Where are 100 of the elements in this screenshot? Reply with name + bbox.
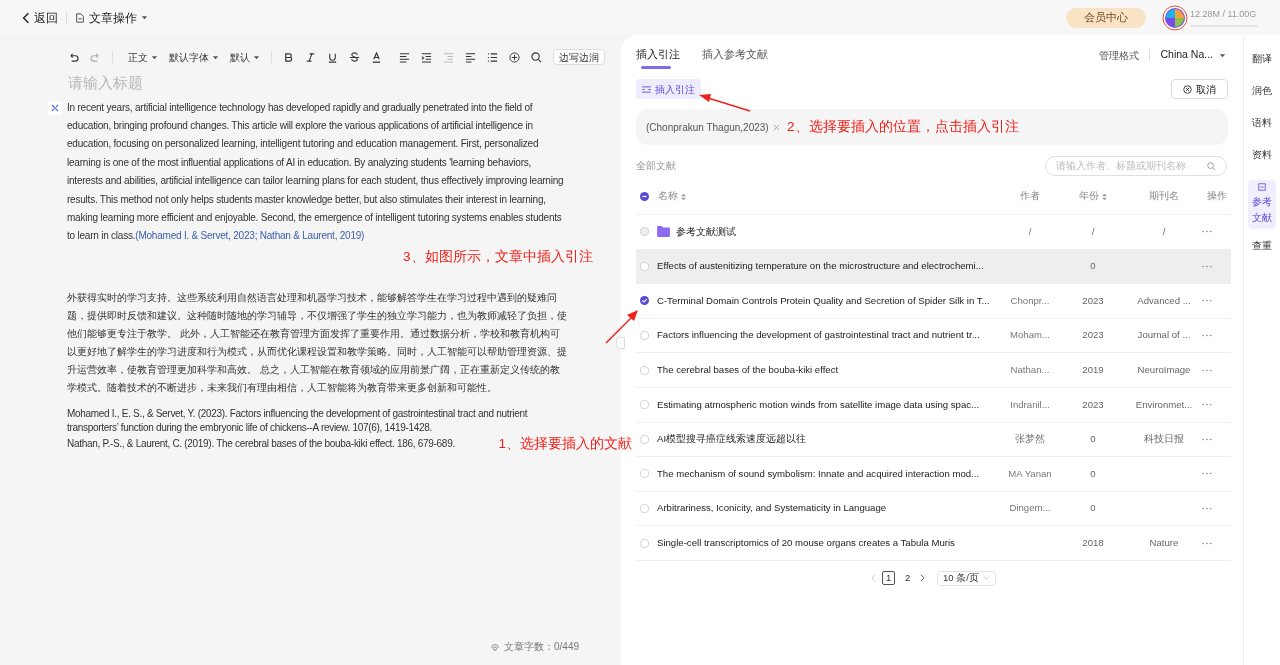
page-button[interactable]: 2 xyxy=(901,571,915,586)
cancel-button[interactable]: 取消 xyxy=(1171,79,1228,99)
more-icon[interactable] xyxy=(1202,437,1212,441)
list-icon[interactable] xyxy=(487,51,498,63)
format-dropdown[interactable]: China Na... xyxy=(1160,47,1226,63)
paragraph-align-icon[interactable] xyxy=(465,51,476,63)
reference-icon xyxy=(1258,183,1266,191)
table-cell: 0 xyxy=(1090,502,1096,514)
add-circle-icon[interactable] xyxy=(509,51,520,63)
citation-link[interactable]: (Mohamed I. & Servet, 2023; Nathan & Laurent, 2019) xyxy=(135,230,365,242)
article-paragraph: In recent years, artificial intelligence technology has developed rapidly and gradually penetrated into the field of education, bringing profound changes. This article will explore the various applications of artificial intelligence in education, focusing on personalized learning, intelligent tutoring and education management. First, personalized learning is one of the most influential applications of AI in education. By analyzing students 'learning behaviors, interests and abilities, artificial intelligence can tailor learning plans for each student, thus effectively improving learning results. This method not only helps students master knowledge better, but also stimulates their interest in learning, making learning more efficient and enjoyable. Second, the emergence of intelligent tutoring systems enables students to learn in class.(Mohamed I. & Servet, 2023; Nathan & Laurent, 2019) xyxy=(67,100,565,244)
more-icon[interactable] xyxy=(1202,541,1212,545)
table-cell: / xyxy=(1028,225,1032,237)
table-row[interactable]: Effects of austenitizing temperature on the microstructure and electrochemi... 0 xyxy=(636,249,1231,285)
size-dropdown[interactable]: 默认 xyxy=(230,49,260,65)
reference-title[interactable]: The cerebral bases of the bouba-kiki effect xyxy=(657,362,839,378)
sidebar-item[interactable]: 翻译 xyxy=(1248,52,1276,66)
more-icon[interactable] xyxy=(1202,368,1212,372)
bold-icon[interactable] xyxy=(283,51,294,63)
reference-title[interactable]: Factors influencing the development of gastrointestinal tract and nutrient tr... xyxy=(657,328,980,343)
avatar[interactable] xyxy=(1162,4,1188,31)
reference-title[interactable]: The mechanism of sound symbolism: Innate and acquired interaction mod... xyxy=(657,466,980,482)
more-icon[interactable] xyxy=(1202,334,1212,338)
sidebar-item[interactable]: 参考文献 xyxy=(1248,180,1276,229)
table-cell: Chonpr... xyxy=(1010,294,1050,306)
undo-icon[interactable] xyxy=(68,52,79,62)
more-icon[interactable] xyxy=(1202,507,1212,511)
reference-title[interactable]: 参考文献测试 xyxy=(676,224,736,239)
table-cell: Dingem... xyxy=(1009,502,1051,514)
page-button[interactable]: 1 xyxy=(882,571,896,586)
indent-icon[interactable] xyxy=(421,51,432,63)
row-checkbox[interactable] xyxy=(640,296,649,306)
page-size-dropdown[interactable]: 10 条/页 xyxy=(937,570,996,586)
reference-title[interactable]: Effects of austenitizing temperature on the microstructure and electrochemi... xyxy=(657,259,984,274)
underline-icon[interactable] xyxy=(327,51,338,63)
italic-icon[interactable] xyxy=(305,51,316,63)
side-polish-button[interactable]: 边写边润 xyxy=(553,49,605,65)
table-cell: Moham... xyxy=(1010,329,1050,341)
back-button[interactable]: 返回 xyxy=(22,8,58,27)
table-cell: 0 xyxy=(1090,260,1096,272)
insert-citation-button[interactable]: 插入引注 xyxy=(636,79,701,99)
text-color-icon[interactable] xyxy=(371,51,382,63)
column-header: 作者 xyxy=(1020,189,1040,204)
style-dropdown[interactable]: 正文 xyxy=(128,49,158,65)
word-count-text: 文章字数：0/449 xyxy=(504,640,580,654)
row-checkbox[interactable] xyxy=(640,469,649,479)
column-header: 操作 xyxy=(1207,189,1227,204)
row-checkbox[interactable] xyxy=(640,331,649,341)
more-icon[interactable] xyxy=(1202,472,1212,476)
row-checkbox[interactable] xyxy=(640,261,649,271)
row-checkbox[interactable] xyxy=(640,227,649,237)
align-icon[interactable] xyxy=(399,51,410,63)
row-checkbox[interactable] xyxy=(640,538,649,548)
strikethrough-icon[interactable] xyxy=(349,51,360,63)
reference-title[interactable]: Single-cell transcriptomics of 20 mouse organs creates a Tabula Muris xyxy=(657,535,955,551)
table-cell: Advanced ... xyxy=(1137,294,1191,306)
table-cell: 2023 xyxy=(1082,398,1104,410)
table-cell: / xyxy=(1091,225,1095,237)
row-checkbox[interactable] xyxy=(640,504,649,514)
table-cell: 2023 xyxy=(1082,329,1104,341)
column-header: 名称 xyxy=(658,189,678,204)
more-icon[interactable] xyxy=(1202,264,1212,268)
select-all-checkbox[interactable] xyxy=(640,192,649,201)
member-center-button[interactable]: 会员中心 xyxy=(1066,7,1146,28)
table-cell: / xyxy=(1162,225,1166,237)
folder-icon xyxy=(657,226,670,238)
close-circle-icon xyxy=(1183,84,1192,94)
table-cell: Environmet... xyxy=(1135,398,1193,410)
document-menu[interactable]: 文章操作 xyxy=(75,8,148,27)
sort-icon[interactable] xyxy=(681,192,686,201)
annotation-arrow xyxy=(699,94,751,112)
more-icon[interactable] xyxy=(1202,299,1212,303)
row-checkbox[interactable] xyxy=(640,400,649,410)
sidebar-item[interactable]: 资料 xyxy=(1248,148,1276,162)
more-icon[interactable] xyxy=(1202,403,1212,407)
reference-entry: Nathan, P.-S., & Laurent, C. (2019). The cerebral bases of the bouba-kiki effect. 186, 679-689. xyxy=(67,437,455,451)
font-dropdown[interactable]: 默认字体 xyxy=(169,49,219,65)
sidebar-item[interactable]: 润色 xyxy=(1248,84,1276,98)
search-icon[interactable] xyxy=(531,51,542,63)
reference-title[interactable]: C-Terminal Domain Controls Protein Quality and Secretion of Spider Silk in T... xyxy=(657,293,990,309)
table-cell: 2023 xyxy=(1082,294,1104,306)
tab[interactable]: 插入引注 xyxy=(636,35,680,75)
more-icon[interactable] xyxy=(1202,230,1212,234)
reference-title[interactable]: Estimating atmospheric motion winds from satellite image data using spac... xyxy=(657,397,980,412)
next-page-icon[interactable] xyxy=(920,574,926,583)
close-icon[interactable] xyxy=(772,123,780,131)
sort-icon[interactable] xyxy=(1102,192,1107,201)
sidebar-item[interactable]: 查重 xyxy=(1248,239,1276,253)
row-checkbox[interactable] xyxy=(640,365,649,375)
sidebar-item[interactable]: 语料 xyxy=(1248,116,1276,130)
row-checkbox[interactable] xyxy=(640,434,649,444)
reference-title[interactable]: Arbitrariness, Iconicity, and Systematicity in Language xyxy=(657,501,887,516)
outdent-icon[interactable] xyxy=(443,51,454,63)
reference-entry: Mohamed I., E. S., & Servet, Y. (2023). Factors influencing the development of gastrointestinal tract and nutrient transporters’ function during the embryonic life of chickens--A review. 107(6), 1419-1428. xyxy=(67,407,529,434)
column-header: 年份 xyxy=(1079,189,1099,204)
redo-icon[interactable] xyxy=(90,52,101,62)
tab[interactable]: 插入参考文献 xyxy=(702,35,768,75)
caret-icon xyxy=(151,53,158,61)
reference-title[interactable]: AI模型搜寻癌症线索速度远超以往 xyxy=(657,432,807,447)
annotation-text: 2、选择要插入的位置，点击插入引注 xyxy=(787,118,1019,136)
